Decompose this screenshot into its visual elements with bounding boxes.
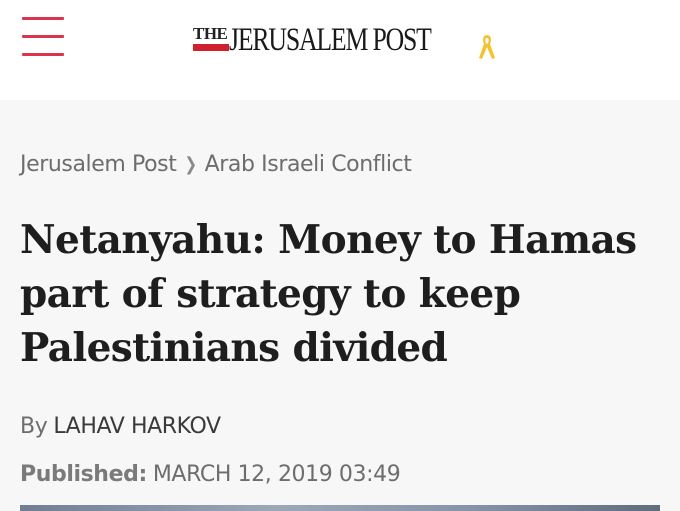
article-headline: Netanyahu: Money to Hamas part of strate… (20, 217, 637, 371)
top-navigation-bar: THE JERUSALEM POST (0, 0, 680, 100)
author-link[interactable]: LAHAV HARKOV (53, 414, 221, 439)
published-info: Published: MARCH 12, 2019 03:49 (20, 462, 401, 487)
byline-prefix: By (20, 414, 48, 439)
site-logo[interactable]: THE JERUSALEM POST (193, 20, 513, 64)
breadcrumb: Jerusalem Post ❯ Arab Israeli Conflict (20, 150, 412, 178)
published-date: MARCH 12, 2019 03:49 (152, 462, 401, 487)
article-hero-image (20, 505, 660, 511)
menu-bar-line (22, 17, 64, 20)
yellow-ribbon-icon (479, 35, 495, 59)
menu-bar-line (22, 53, 64, 56)
article-byline: By LAHAV HARKOV (20, 414, 221, 439)
logo-name-text: JERUSALEM POST (229, 22, 432, 58)
logo-the-text: THE (193, 24, 230, 51)
menu-bar-line (22, 35, 64, 38)
hamburger-menu-icon[interactable] (22, 17, 64, 57)
breadcrumb-item-jerusalem-post[interactable]: Jerusalem Post (20, 152, 177, 177)
published-label: Published: (20, 462, 147, 487)
breadcrumb-item-arab-israeli-conflict[interactable]: Arab Israeli Conflict (205, 152, 412, 177)
chevron-right-icon: ❯ (184, 153, 197, 175)
